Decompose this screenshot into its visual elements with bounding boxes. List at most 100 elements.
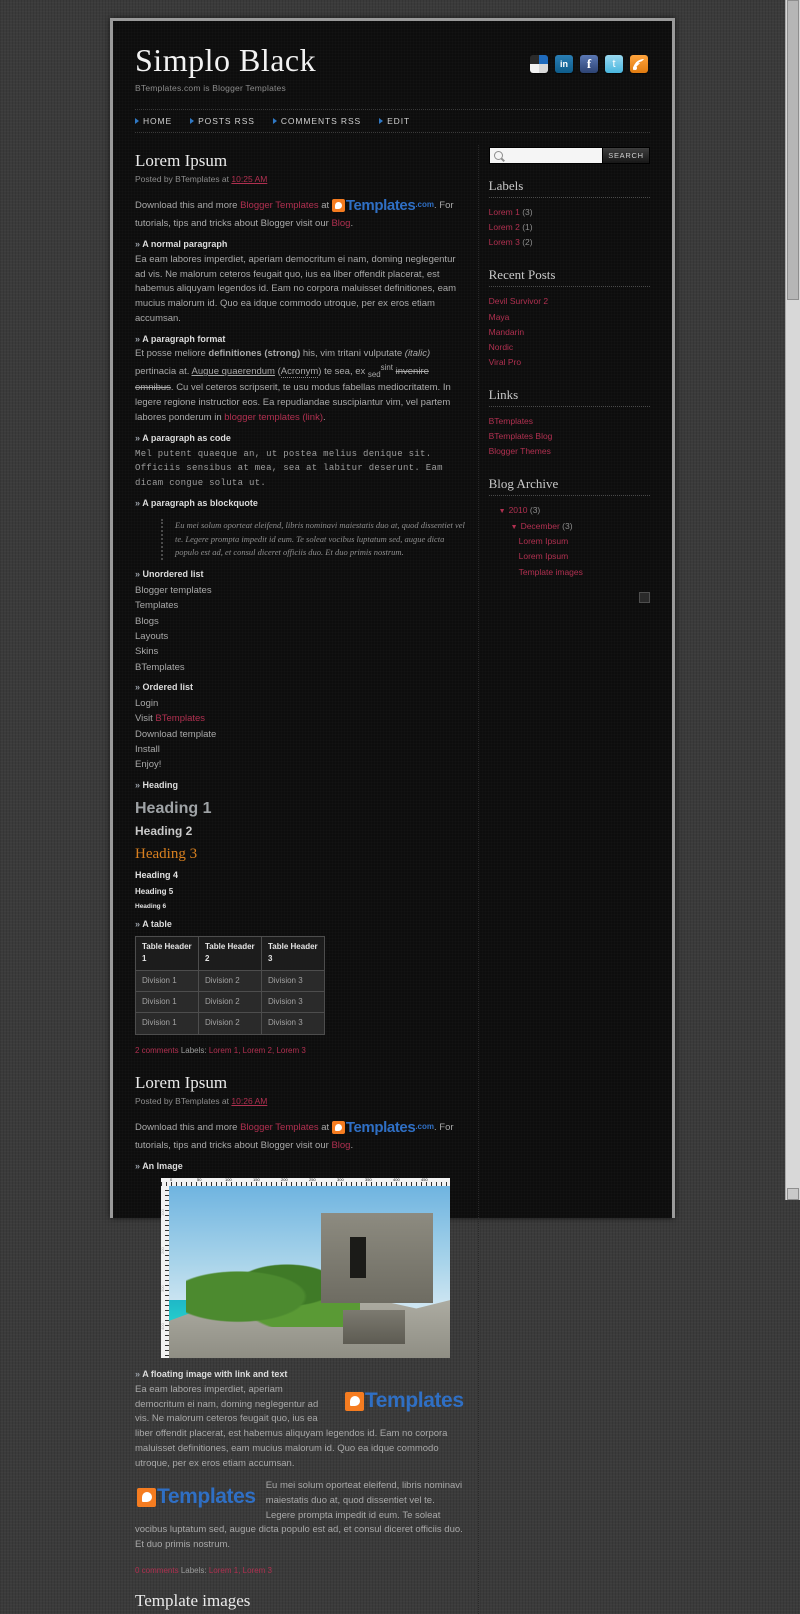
archive-post[interactable]: Template images	[489, 565, 650, 580]
section-label: A floating image with link and text	[142, 1368, 288, 1379]
list-item: BTemplates Blog	[489, 429, 650, 444]
post-title[interactable]: Lorem Ipsum	[135, 151, 466, 171]
post-article: Lorem Ipsum Posted by BTemplates at 10:2…	[135, 151, 466, 1057]
post-timestamp[interactable]: 10:25 AM	[231, 174, 267, 184]
list-item: Download template	[135, 728, 217, 740]
list-item: Mandarin	[489, 325, 650, 340]
blogger-templates-link[interactable]: Blogger Templates	[240, 1122, 319, 1133]
label-link[interactable]: Lorem 3	[243, 1566, 272, 1575]
list-item: Blogger templates	[135, 584, 212, 596]
label-link[interactable]: Lorem 1	[209, 1046, 238, 1055]
ruler-tick: 450	[421, 1177, 428, 1182]
archive-post-link[interactable]: Template images	[519, 567, 583, 577]
post-footer: 0 comments Labels: Lorem 1, Lorem 3	[135, 1565, 273, 1575]
list-item: Templates	[135, 600, 179, 612]
logo-com: .com	[415, 200, 434, 210]
table-header-cell: Table Header 1	[135, 935, 199, 971]
nav-label: POSTS RSS	[198, 116, 255, 126]
ruler-tick: 400	[160, 1323, 165, 1330]
facebook-icon[interactable]: f	[580, 55, 598, 73]
list-item: Nordic	[489, 340, 650, 355]
label-link[interactable]: Lorem 1	[489, 207, 520, 217]
nav-item-posts-rss[interactable]: POSTS RSS	[190, 116, 255, 126]
search-form[interactable]: SEARCH	[488, 147, 650, 164]
logo-text: Templates	[345, 1119, 416, 1137]
comments-link[interactable]: 0 comments	[135, 1566, 179, 1575]
intro-period: .	[350, 218, 354, 230]
rss-icon[interactable]	[630, 55, 648, 73]
blogger-templates-link[interactable]: Blogger Templates	[240, 200, 319, 211]
list-item: Viral Pro	[489, 355, 650, 370]
ruler-tick: 200	[160, 1247, 165, 1254]
divider	[488, 286, 650, 288]
post-timestamp[interactable]: 10:26 AM	[231, 1096, 267, 1106]
chevron-down-icon[interactable]: ▼	[511, 524, 518, 531]
label-link[interactable]: Lorem 3	[489, 237, 520, 247]
nav-item-edit[interactable]: EDIT	[379, 116, 410, 126]
blog-link[interactable]: Blog	[331, 1140, 350, 1151]
fmt-8: .	[323, 411, 326, 423]
table-cell: Division 3	[261, 1012, 325, 1035]
section-heading-unordered: » Unordered list	[135, 568, 204, 579]
external-link[interactable]: BTemplates Blog	[489, 431, 553, 441]
label-count: (3)	[522, 207, 533, 217]
ruler-tick: 300	[337, 1177, 344, 1182]
ruler-tick: 250	[309, 1177, 316, 1182]
post-title[interactable]: Template images	[135, 1591, 466, 1611]
label-link[interactable]: Lorem 2	[243, 1046, 272, 1055]
nav-item-home[interactable]: HOME	[135, 116, 172, 126]
blogger-templates-inline-link[interactable]: blogger templates (link)	[224, 412, 323, 423]
twitter-icon[interactable]: t	[605, 55, 623, 73]
recent-post-link[interactable]: Mandarin	[489, 327, 524, 337]
blog-link[interactable]: Blog	[331, 218, 350, 229]
code-block: Mel putent quaeque an, ut postea melius …	[135, 448, 443, 489]
chevron-right-icon	[135, 118, 139, 124]
search-field[interactable]	[489, 148, 602, 163]
post-meta: Posted by BTemplates at 10:25 AM	[135, 174, 466, 184]
comments-link[interactable]: 2 comments	[135, 1046, 179, 1055]
table-cell: Division 1	[135, 1012, 199, 1035]
recent-post-link[interactable]: Nordic	[489, 342, 514, 352]
btemplates-link[interactable]: BTemplates	[155, 713, 205, 724]
chevron-right-icon	[272, 118, 277, 124]
chevron-down-icon[interactable]: ▼	[499, 508, 506, 515]
recent-post-link[interactable]: Viral Pro	[489, 357, 521, 367]
recent-post-link[interactable]: Devil Survivor 2	[489, 296, 549, 306]
nav-label: COMMENTS RSS	[280, 116, 362, 126]
label-link[interactable]: Lorem 1	[209, 1566, 238, 1575]
links-list: BTemplates BTemplates Blog Blogger Theme…	[489, 414, 650, 459]
delicious-icon[interactable]	[530, 55, 548, 73]
linkedin-icon[interactable]: in	[555, 55, 573, 73]
logo-com: .com	[415, 1122, 434, 1132]
table-cell: Division 1	[135, 969, 199, 992]
post-title[interactable]: Lorem Ipsum	[135, 1073, 466, 1093]
page-scrollbar[interactable]	[785, 0, 800, 1200]
external-link[interactable]: BTemplates	[489, 416, 533, 426]
search-button[interactable]: SEARCH	[602, 148, 649, 163]
archive-post-link[interactable]: Lorem Ipsum	[519, 551, 569, 561]
feed-badge-icon[interactable]	[639, 591, 650, 603]
scrollbar-down-arrow[interactable]	[787, 1188, 799, 1200]
archive-month[interactable]: ▼ December (3)	[489, 519, 650, 534]
archive-month-link[interactable]: December	[521, 521, 560, 531]
archive-year[interactable]: ▼ 2010 (3)	[489, 503, 650, 518]
archive-year-link[interactable]: 2010	[509, 505, 528, 515]
stone-ruin	[320, 1213, 434, 1303]
archive-post-link[interactable]: Lorem Ipsum	[519, 536, 569, 546]
list-item: BTemplates	[489, 414, 650, 429]
sidebar: SEARCH Labels Lorem 1 (3) Lorem 2 (1) Lo…	[477, 145, 650, 1614]
table-cell: Division 3	[261, 990, 325, 1014]
btemplates-logo-right[interactable]: Templates	[344, 1385, 464, 1418]
ruler-tick: 150	[253, 1177, 260, 1182]
section-label: A table	[142, 918, 172, 929]
scrollbar-thumb[interactable]	[787, 0, 799, 300]
label-link[interactable]: Lorem 2	[489, 222, 520, 232]
btemplates-logo-left[interactable]: Templates	[137, 1481, 256, 1514]
widget-title: Recent Posts	[488, 267, 556, 283]
recent-post-link[interactable]: Maya	[489, 312, 510, 322]
archive-post[interactable]: Lorem Ipsum	[489, 549, 650, 564]
label-link[interactable]: Lorem 3	[276, 1046, 305, 1055]
nav-item-comments-rss[interactable]: COMMENTS RSS	[272, 116, 362, 126]
archive-post[interactable]: Lorem Ipsum	[489, 534, 650, 549]
external-link[interactable]: Blogger Themes	[489, 446, 551, 456]
